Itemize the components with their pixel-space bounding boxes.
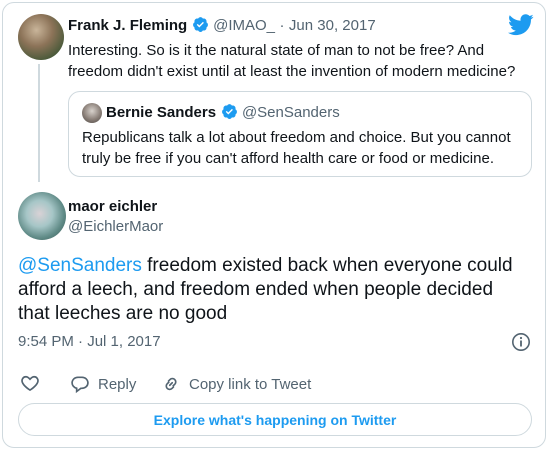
explore-twitter-button[interactable]: Explore what's happening on Twitter bbox=[18, 403, 532, 436]
reply-label: Reply bbox=[98, 375, 137, 393]
info-icon[interactable] bbox=[511, 332, 531, 352]
main-author-name[interactable]: maor eichler bbox=[68, 198, 157, 215]
quoted-author-handle: @SenSanders bbox=[241, 104, 340, 121]
verified-badge-icon bbox=[221, 103, 238, 125]
quoted-tweet-text: Republicans talk a lot about freedom and… bbox=[82, 129, 511, 167]
main-author-handle[interactable]: @EichlerMaor bbox=[68, 218, 163, 235]
bernie-avatar[interactable] bbox=[82, 103, 102, 123]
link-icon bbox=[161, 374, 181, 394]
parent-author-name[interactable]: Frank J. Fleming bbox=[68, 17, 187, 34]
main-tweet-text: @SenSanders freedom existed back when ev… bbox=[18, 254, 518, 326]
dot-separator: · bbox=[279, 17, 285, 34]
parent-tweet-header: Frank J. Fleming @IMAO_ · Jun 30, 2017 bbox=[68, 16, 376, 38]
verified-badge-icon bbox=[192, 16, 209, 38]
frank-avatar[interactable] bbox=[18, 14, 64, 60]
thread-connector-line bbox=[38, 64, 40, 182]
tweet-timestamp[interactable]: 9:54 PM · Jul 1, 2017 bbox=[18, 333, 161, 350]
copy-link-button[interactable]: Copy link to Tweet bbox=[161, 374, 311, 394]
parent-author-handle[interactable]: @IMAO_ bbox=[213, 17, 275, 34]
quoted-author-name: Bernie Sanders bbox=[106, 104, 217, 121]
quoted-tweet-header: Bernie Sanders @SenSanders bbox=[106, 103, 340, 125]
copy-link-label: Copy link to Tweet bbox=[189, 375, 312, 393]
heart-icon[interactable] bbox=[20, 373, 40, 393]
reply-button[interactable]: Reply bbox=[70, 374, 136, 394]
mention-link[interactable]: @SenSanders bbox=[18, 255, 142, 276]
twitter-bird-icon[interactable] bbox=[508, 14, 534, 36]
maor-avatar[interactable] bbox=[18, 192, 66, 240]
reply-icon bbox=[70, 374, 90, 394]
parent-date[interactable]: Jun 30, 2017 bbox=[289, 17, 376, 34]
parent-tweet-text: Interesting. So is it the natural state … bbox=[68, 42, 516, 80]
